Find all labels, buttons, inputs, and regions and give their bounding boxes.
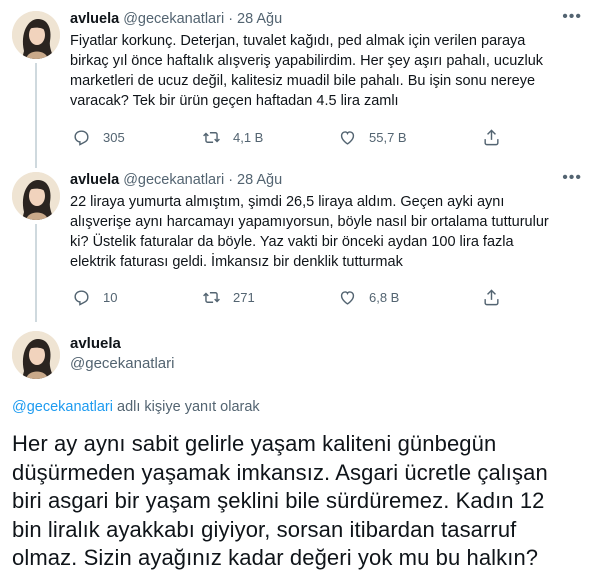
- separator-dot: ·: [228, 172, 234, 188]
- tweet-1[interactable]: avluela @gecekanatlari · 28 Ağu ••• Fiyatl…: [0, 0, 600, 168]
- avatar[interactable]: [12, 11, 60, 59]
- retweet-icon: [203, 292, 220, 303]
- like-button[interactable]: 6,8 B: [338, 288, 399, 307]
- author-name[interactable]: avluela: [70, 11, 119, 27]
- tweet-text: Fiyatlar korkunç. Deterjan, tuvalet kağı…: [70, 33, 544, 109]
- reply-context-label: adlı kişiye yanıt olarak: [112, 399, 260, 415]
- retweet-button[interactable]: 271: [202, 288, 255, 307]
- author-handle[interactable]: @gecekanatlari: [123, 11, 224, 27]
- like-button[interactable]: 55,7 B: [338, 128, 407, 147]
- more-icon[interactable]: •••: [562, 170, 582, 186]
- tweet-header: avluela @gecekanatlari · 28 Ağu: [70, 171, 586, 190]
- author-name[interactable]: avluela: [70, 334, 586, 354]
- tweet-date[interactable]: 28 Ağu: [237, 172, 282, 188]
- avatar[interactable]: [12, 172, 60, 220]
- like-count: 6,8 B: [369, 290, 400, 305]
- share-icon: [484, 289, 499, 306]
- reply-button[interactable]: 10: [72, 288, 117, 307]
- more-icon[interactable]: •••: [562, 9, 582, 25]
- author-handle[interactable]: @gecekanatlari: [70, 354, 586, 374]
- tweet-date[interactable]: 28 Ağu: [237, 11, 282, 27]
- author-name[interactable]: avluela: [70, 172, 119, 188]
- share-icon: [484, 129, 499, 146]
- reply-icon: [74, 130, 89, 146]
- retweet-button[interactable]: 4,1 B: [202, 128, 263, 147]
- reply-count: 10: [103, 290, 118, 305]
- reply-button[interactable]: 305: [72, 128, 125, 147]
- heart-icon: [340, 131, 355, 145]
- retweet-count: 4,1 B: [233, 130, 264, 145]
- reply-mention-link[interactable]: @gecekanatlari: [12, 399, 113, 415]
- main-tweet-text: Her ay aynı sabit gelirle yaşam kaliteni…: [12, 431, 548, 570]
- like-count: 55,7 B: [369, 130, 407, 145]
- share-button[interactable]: [482, 288, 501, 312]
- thread-line: [35, 224, 37, 322]
- author-handle[interactable]: @gecekanatlari: [123, 172, 224, 188]
- retweet-count: 271: [233, 290, 255, 305]
- thread-line: [35, 63, 37, 168]
- tweet-actions: 10 271 6,8 B: [70, 288, 520, 308]
- tweet-actions: 305 4,1 B 55,7 B: [70, 128, 520, 148]
- tweet-header: avluela @gecekanatlari · 28 Ağu: [70, 10, 586, 29]
- tweet-text: 22 liraya yumurta almıştım, şimdi 26,5 l…: [70, 194, 549, 270]
- separator-dot: ·: [228, 11, 234, 27]
- reply-count: 305: [103, 130, 125, 145]
- avatar[interactable]: [12, 331, 60, 379]
- heart-icon: [340, 291, 355, 305]
- retweet-icon: [203, 132, 220, 143]
- reply-icon: [74, 290, 89, 306]
- share-button[interactable]: [482, 128, 501, 152]
- tweet-2[interactable]: avluela @gecekanatlari · 28 Ağu ••• 22 lir…: [0, 168, 600, 322]
- reply-context: @gecekanatlari adlı kişiye yanıt olarak: [12, 399, 260, 415]
